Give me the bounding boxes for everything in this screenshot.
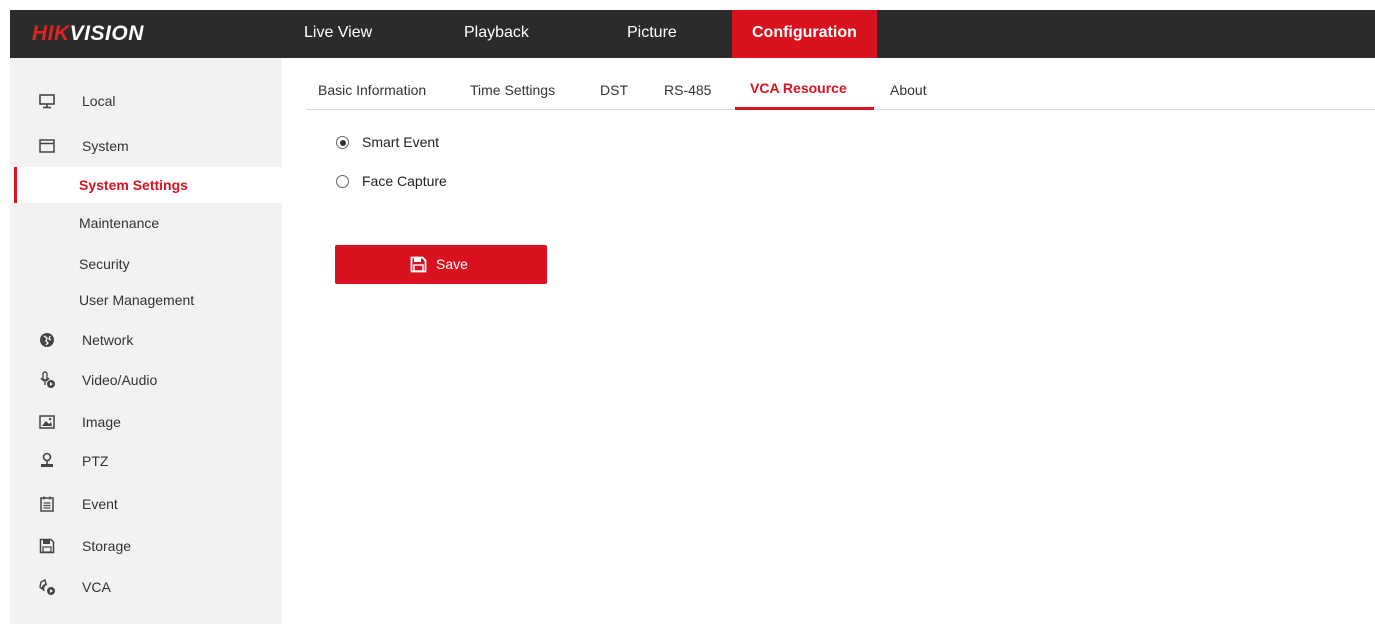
sidebar-item-label: Network [82,332,134,348]
tab-rs-485[interactable]: RS-485 [664,82,711,98]
sidebar-item-label: Local [82,93,116,109]
main-nav: Live View Playback Picture Configuration [290,10,877,58]
window-icon [38,137,56,155]
sidebar-item-video-audio[interactable]: Video/Audio [10,362,282,398]
tab-dst[interactable]: DST [600,82,628,98]
sidebar-item-ptz[interactable]: PTZ [10,443,282,479]
monitor-icon [38,92,56,110]
sidebar-item-event[interactable]: Event [10,486,282,522]
logo-red-part: HIK [32,22,70,45]
nav-live-view[interactable]: Live View [290,10,430,58]
sidebar-item-storage[interactable]: Storage [10,528,282,564]
image-icon [38,413,56,431]
sidebar-item-vca[interactable]: VCA [10,569,282,605]
nav-playback[interactable]: Playback [430,10,592,58]
radio-button[interactable] [336,175,349,188]
radio-button[interactable] [336,136,349,149]
hikvision-logo: HIKVISION [32,22,144,46]
save-button[interactable]: Save [335,245,547,284]
active-tab-underline [735,107,874,110]
sidebar-item-label: Maintenance [79,215,160,231]
calendar-icon [38,495,56,513]
sidebar-item-local[interactable]: Local [10,83,282,119]
top-nav-bar: HIKVISION Live View Playback Picture Con… [10,10,1375,58]
logo-white-part: VISION [69,22,144,45]
sidebar-item-label: Security [79,256,130,272]
microphone-icon [38,371,56,389]
tab-basic-information[interactable]: Basic Information [318,82,426,98]
tab-vca-resource[interactable]: VCA Resource [750,80,847,96]
sidebar-item-label: User Management [79,292,195,308]
sidebar-item-label: Storage [82,538,132,554]
radio-face-capture[interactable]: Face Capture [336,172,466,192]
nav-configuration[interactable]: Configuration [732,10,877,58]
vca-icon [38,578,56,596]
floppy-icon [38,537,56,555]
sidebar-item-user-management[interactable]: User Management [10,282,282,318]
nav-picture[interactable]: Picture [592,10,732,58]
sidebar-item-network[interactable]: Network [10,322,282,358]
globe-icon [38,331,56,349]
sidebar-item-image[interactable]: Image [10,404,282,440]
sidebar-item-label: Image [82,414,121,430]
radio-label: Smart Event [362,134,440,150]
active-indicator [14,167,17,203]
top-bar: HIKVISION Live View Playback Picture Con… [0,0,1375,58]
save-button-label: Save [436,256,468,272]
radio-smart-event[interactable]: Smart Event [336,133,466,153]
sidebar-item-security[interactable]: Security [10,246,282,282]
sidebar: Local System System Settings Maintenance… [10,58,282,624]
sidebar-item-label: Event [82,496,118,512]
sidebar-item-maintenance[interactable]: Maintenance [10,205,282,241]
sidebar-item-system[interactable]: System [10,128,282,164]
radio-label: Face Capture [362,173,447,189]
tab-about[interactable]: About [890,82,927,98]
sidebar-item-label: System Settings [79,177,188,193]
sub-tabs: Basic Information Time Settings DST RS-4… [306,70,1375,110]
sidebar-item-label: Video/Audio [82,372,158,388]
floppy-icon [410,256,427,273]
sidebar-item-system-settings[interactable]: System Settings [10,167,282,203]
sidebar-item-label: System [82,138,129,154]
sidebar-item-label: VCA [82,579,111,595]
sidebar-item-label: PTZ [82,453,109,469]
ptz-icon [38,452,56,470]
tab-time-settings[interactable]: Time Settings [470,82,555,98]
